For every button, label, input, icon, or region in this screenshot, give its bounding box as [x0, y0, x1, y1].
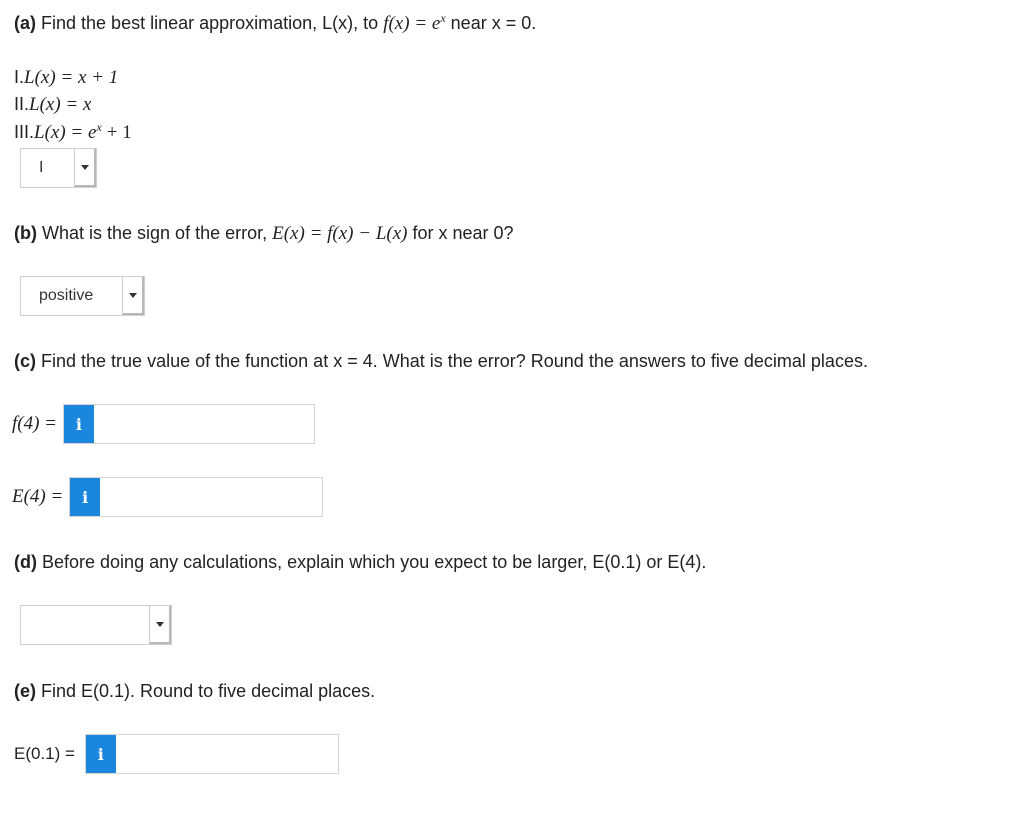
info-icon[interactable]: i — [70, 478, 101, 516]
part-e-text: Find E(0.1). Round to five decimal place… — [41, 681, 376, 701]
part-b-select-value: positive — [39, 287, 94, 304]
e01-answer-box: i — [84, 734, 339, 774]
part-a-function: f(x) = ex — [383, 11, 446, 34]
part-b-text-post: for x near 0? — [412, 223, 514, 243]
e4-label: E(4) = — [12, 486, 64, 507]
question-c: (c) Find the true value of the function … — [14, 350, 868, 372]
part-b-text: What is the sign of the error, — [42, 223, 268, 243]
e01-input[interactable] — [115, 735, 338, 773]
part-a-text: Find the best linear approximation, L(x)… — [41, 13, 379, 33]
part-d-label: (d) — [14, 552, 37, 572]
chevron-down-icon[interactable] — [149, 606, 171, 644]
question-d: (d) Before doing any calculations, expla… — [14, 551, 706, 573]
e4-answer-row: E(4) = i — [12, 477, 324, 517]
e01-answer-row: E(0.1) = i — [14, 734, 339, 774]
part-a-select-value: I — [39, 159, 44, 176]
f4-input[interactable] — [93, 405, 315, 443]
chevron-down-icon[interactable] — [74, 149, 96, 187]
f4-answer-row: f(4) = i — [12, 404, 316, 444]
part-a-select[interactable]: I — [20, 148, 97, 188]
info-icon[interactable]: i — [64, 405, 94, 443]
e4-answer-box: i — [69, 477, 324, 517]
f4-answer-box: i — [63, 404, 316, 444]
part-b-expression: E(x) = f(x) − L(x) — [272, 223, 408, 244]
part-d-text: Before doing any calculations, explain w… — [42, 552, 707, 572]
part-a-label: (a) — [14, 13, 36, 33]
question-a: (a) Find the best linear approximation, … — [14, 12, 536, 35]
part-b-label: (b) — [14, 223, 37, 243]
option-3: III.L(x) = ex + 1 — [14, 120, 132, 143]
question-e: (e) Find E(0.1). Round to five decimal p… — [14, 680, 375, 702]
part-a-text-post: near x = 0. — [450, 13, 537, 33]
part-d-select[interactable] — [20, 605, 172, 645]
info-icon[interactable]: i — [85, 735, 116, 773]
part-b-select[interactable]: positive — [20, 276, 145, 316]
question-b: (b) What is the sign of the error, E(x) … — [14, 222, 514, 245]
option-1: I.L(x) = x + 1 — [14, 67, 119, 88]
e01-label: E(0.1) = — [14, 744, 75, 763]
part-c-text: Find the true value of the function at x… — [41, 351, 868, 371]
option-2: II.L(x) = x — [14, 94, 92, 115]
chevron-down-icon[interactable] — [122, 277, 144, 315]
e4-input[interactable] — [100, 478, 323, 516]
f4-label: f(4) = — [12, 413, 58, 434]
part-e-label: (e) — [14, 681, 36, 701]
part-c-label: (c) — [14, 351, 36, 371]
